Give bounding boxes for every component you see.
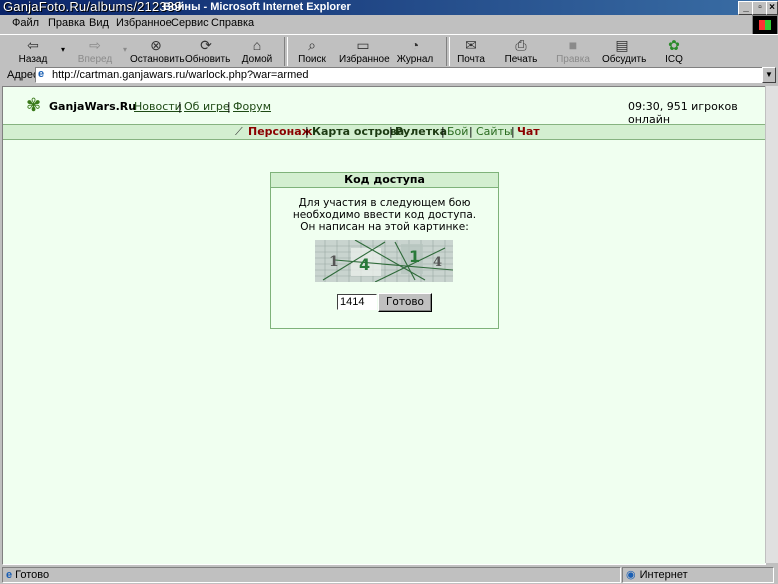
print-button[interactable]: ⎙ Печать bbox=[503, 36, 539, 67]
captcha-image: 1 4 1 4 bbox=[315, 240, 453, 282]
address-input[interactable]: e http://cartman.ganjawars.ru/warlock.php… bbox=[35, 67, 763, 83]
zone-text: Интернет bbox=[639, 569, 688, 581]
refresh-icon: ⟳ bbox=[200, 37, 212, 53]
refresh-button[interactable]: ⟳ Обновить bbox=[185, 36, 230, 67]
windows-logo-icon bbox=[752, 15, 778, 36]
page-viewport: ✾ GanjaWars.Ru : Новости | Об игре | Фор… bbox=[2, 86, 766, 565]
edit-icon: ■ bbox=[568, 37, 578, 53]
watermark: GanjaFoto.Ru/albums/212339 bbox=[3, 0, 182, 14]
search-icon: ⌕ bbox=[308, 37, 316, 53]
status-bar: e Готово ◉ Интернет bbox=[0, 566, 778, 584]
title-bar: GanjaFoto.Ru/albums/212339 Войны - Micro… bbox=[0, 0, 778, 15]
menu-view[interactable]: Вид bbox=[89, 17, 109, 29]
menu-separator: | bbox=[441, 125, 445, 138]
discuss-button[interactable]: ▤ Обсудить bbox=[602, 36, 646, 67]
nav-forum-link[interactable]: Форум bbox=[233, 100, 271, 113]
nav-separator: | bbox=[227, 100, 231, 113]
favorites-button[interactable]: ▭ Избранное bbox=[339, 36, 390, 67]
access-code-input[interactable]: 1414 bbox=[337, 294, 377, 310]
icq-button[interactable]: ✿ ICQ Pro bbox=[656, 36, 692, 76]
svg-text:4: 4 bbox=[359, 255, 370, 274]
forward-button[interactable]: ⇨ Вперед bbox=[74, 36, 116, 67]
site-colon: : bbox=[124, 100, 128, 113]
menu-edit[interactable]: Правка bbox=[48, 17, 85, 29]
menu-file[interactable]: Файл bbox=[12, 17, 39, 29]
edit-button[interactable]: ■ Правка bbox=[555, 36, 591, 67]
close-button[interactable]: × bbox=[766, 1, 778, 15]
favorites-folder-icon: ▭ bbox=[356, 37, 370, 53]
window-title: Войны - Microsoft Internet Explorer bbox=[163, 1, 351, 13]
internet-globe-icon: ◉ bbox=[626, 569, 636, 581]
address-url: http://cartman.ganjawars.ru/warlock.php?… bbox=[52, 69, 309, 81]
history-icon: ◔ bbox=[410, 37, 420, 53]
toolbar-separator bbox=[284, 37, 288, 66]
submit-button[interactable]: Готово bbox=[378, 293, 432, 312]
menu-separator: | bbox=[511, 125, 515, 138]
nav-news-link[interactable]: Новости bbox=[134, 100, 182, 113]
address-dropdown[interactable]: ▼ bbox=[762, 67, 776, 83]
vertical-scrollbar[interactable] bbox=[765, 86, 778, 563]
menu-favorites[interactable]: Избранное bbox=[116, 17, 172, 29]
menu-tools[interactable]: Сервис bbox=[171, 17, 209, 29]
svg-text:1: 1 bbox=[329, 254, 339, 270]
menu-character-link[interactable]: Персонаж bbox=[248, 125, 313, 139]
browser-window: GanjaFoto.Ru/albums/212339 Войны - Micro… bbox=[0, 0, 778, 584]
menu-separator: | bbox=[389, 125, 393, 138]
stop-button[interactable]: ⊗ Остановить bbox=[130, 36, 185, 67]
search-button[interactable]: ⌕ Поиск bbox=[294, 36, 330, 67]
ie-page-icon: e bbox=[38, 68, 45, 80]
site-header: ✾ GanjaWars.Ru : Новости | Об игре | Фор… bbox=[3, 87, 765, 126]
access-code-title: Код доступа bbox=[271, 173, 498, 188]
toolbar: ⇦ Назад ▾ ⇨ Вперед ▾ ⊗ Остановить ⟳ Обно… bbox=[0, 34, 778, 76]
menu-bar: Файл Правка Вид Избранное Сервис Справка bbox=[0, 15, 778, 32]
address-label: Адрес bbox=[7, 69, 39, 81]
online-status: 09:30, 951 игроков онлайн bbox=[628, 100, 738, 126]
mail-button[interactable]: ✉ Почта bbox=[455, 36, 487, 67]
menu-separator: | bbox=[469, 125, 473, 138]
svg-text:4: 4 bbox=[433, 255, 442, 270]
forward-arrow-icon: ⇨ bbox=[89, 37, 101, 53]
access-code-instructions: Для участия в следующем бою необходимо в… bbox=[292, 197, 477, 233]
menu-separator: | bbox=[305, 125, 309, 138]
menu-sites-link[interactable]: Сайты bbox=[476, 125, 513, 139]
toolbar-separator bbox=[446, 37, 450, 66]
icq-flower-icon: ✿ bbox=[668, 37, 680, 53]
home-button[interactable]: ⌂ Домой bbox=[237, 36, 277, 67]
back-button[interactable]: ⇦ Назад bbox=[14, 36, 52, 67]
back-arrow-icon: ⇦ bbox=[27, 37, 39, 53]
game-menu: ⟋ Персонаж | Карта острова | Рулетка | Б… bbox=[3, 124, 765, 140]
rifle-icon: ⟋ bbox=[235, 125, 243, 138]
cannabis-leaf-icon: ✾ bbox=[26, 95, 42, 115]
nav-about-link[interactable]: Об игре bbox=[184, 100, 230, 113]
menu-roulette-link[interactable]: Рулетка bbox=[395, 125, 447, 139]
history-button[interactable]: ◔ Журнал bbox=[396, 36, 434, 67]
menu-chat-link[interactable]: Чат bbox=[517, 125, 540, 139]
menu-battle-link[interactable]: Бой bbox=[447, 125, 468, 139]
printer-icon: ⎙ bbox=[515, 37, 527, 53]
nav-separator: | bbox=[178, 100, 182, 113]
home-icon: ⌂ bbox=[252, 37, 262, 53]
discuss-icon: ▤ bbox=[615, 37, 629, 53]
ie-page-icon: e bbox=[6, 569, 13, 581]
access-code-panel: Код доступа Для участия в следующем бою … bbox=[270, 172, 499, 329]
svg-text:1: 1 bbox=[409, 247, 420, 266]
stop-icon: ⊗ bbox=[150, 37, 162, 53]
status-text: Готово bbox=[15, 569, 50, 581]
menu-help[interactable]: Справка bbox=[211, 17, 254, 29]
address-bar: Адрес e http://cartman.ganjawars.ru/warlo… bbox=[0, 66, 778, 84]
status-text-box: e Готово bbox=[2, 567, 621, 583]
security-zone-box: ◉ Интернет bbox=[622, 567, 774, 583]
mail-icon: ✉ bbox=[465, 37, 477, 53]
